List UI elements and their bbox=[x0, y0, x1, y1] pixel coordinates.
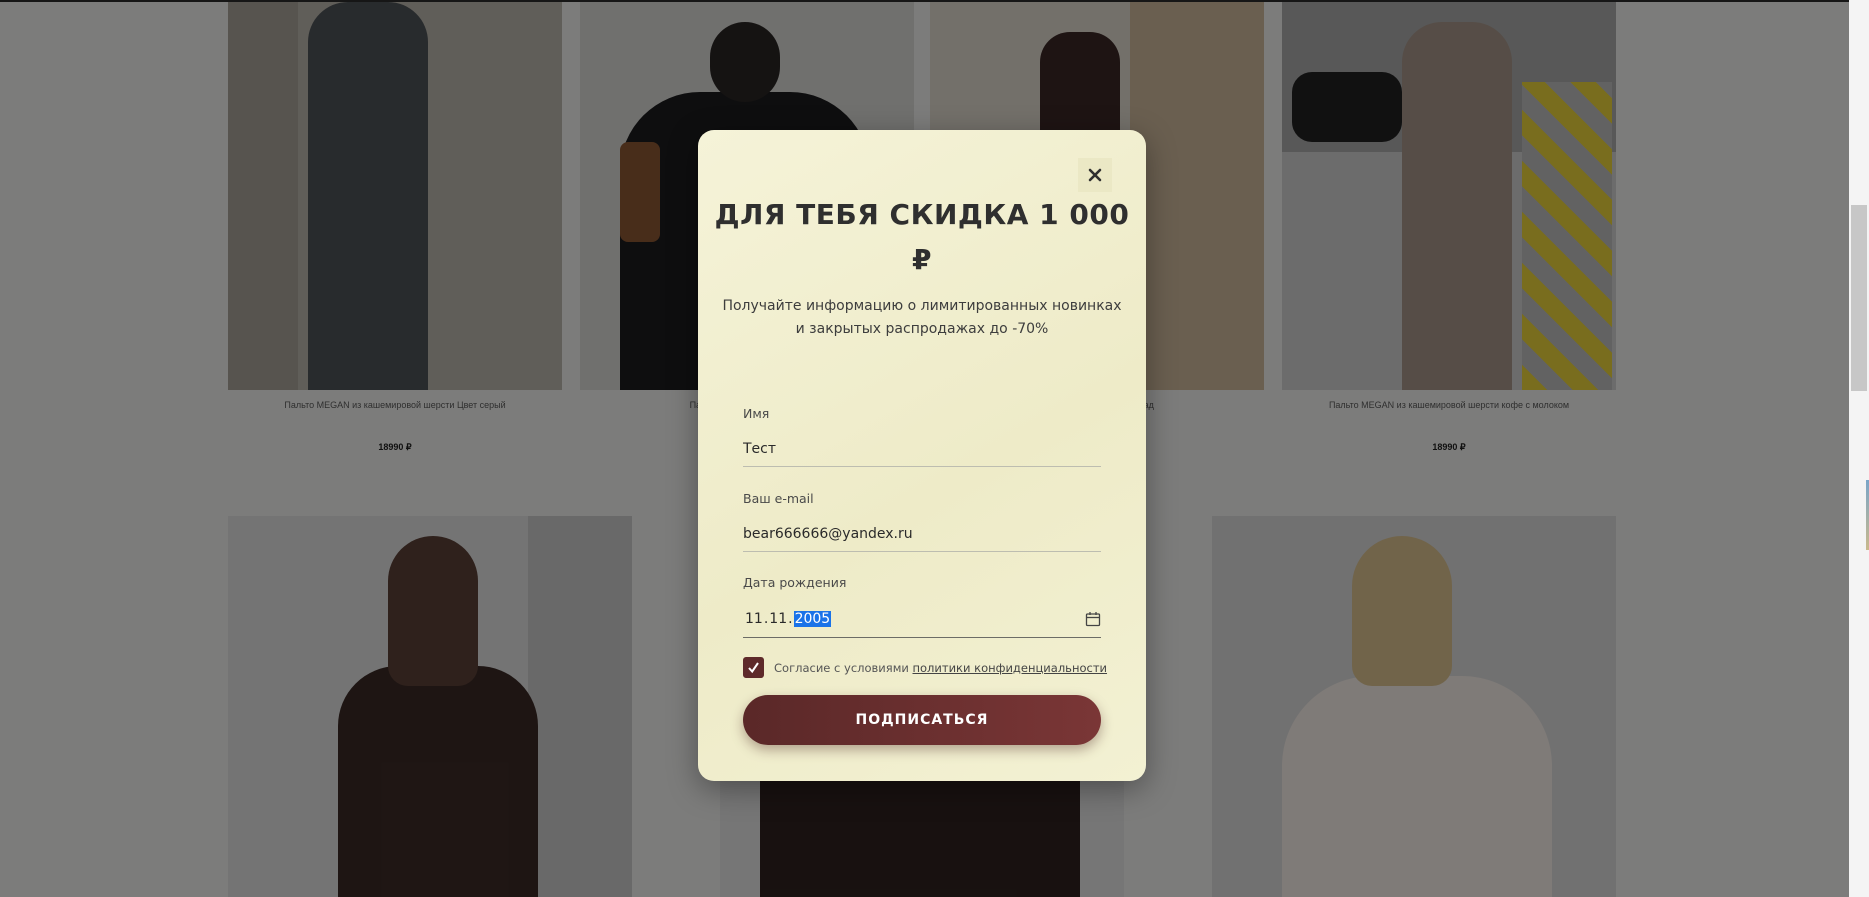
date-day[interactable]: 11 bbox=[745, 611, 763, 627]
email-label: Ваш e-mail bbox=[743, 491, 814, 506]
name-input[interactable] bbox=[743, 432, 1101, 467]
close-button[interactable] bbox=[1078, 158, 1112, 192]
privacy-policy-link[interactable]: политики конфиденциальности bbox=[913, 661, 1108, 675]
modal-title: ДЛЯ ТЕБЯ СКИДКА 1 000 ₽ bbox=[714, 198, 1130, 276]
scrollbar-thumb[interactable] bbox=[1851, 205, 1867, 391]
name-label: Имя bbox=[743, 406, 770, 421]
consent-row: Согласие с условиями политики конфиденци… bbox=[743, 657, 1113, 678]
consent-label: Согласие с условиями bbox=[774, 660, 913, 675]
date-year[interactable]: 2005 bbox=[793, 611, 832, 627]
checkmark-icon bbox=[748, 662, 759, 674]
date-segments: 11. 11. 2005 bbox=[745, 611, 832, 627]
date-month[interactable]: 11 bbox=[769, 611, 787, 627]
subscribe-button[interactable]: ПОДПИСАТЬСЯ bbox=[743, 695, 1101, 745]
modal-subtitle: Получайте информацию о лимитированных но… bbox=[722, 298, 1122, 337]
birthdate-label: Дата рождения bbox=[743, 575, 847, 590]
name-field: Имя bbox=[743, 406, 1101, 467]
email-field: Ваш e-mail bbox=[743, 491, 1101, 552]
close-icon bbox=[1088, 168, 1102, 182]
calendar-icon[interactable] bbox=[1085, 611, 1101, 627]
consent-text: Согласие с условиями политики конфиденци… bbox=[774, 661, 1107, 675]
email-input[interactable] bbox=[743, 517, 1101, 552]
birthdate-input[interactable]: 11. 11. 2005 bbox=[743, 601, 1101, 638]
scrollbar-track[interactable] bbox=[1849, 0, 1869, 897]
consent-checkbox[interactable] bbox=[743, 657, 764, 678]
subscribe-modal: ДЛЯ ТЕБЯ СКИДКА 1 000 ₽ Получайте информ… bbox=[698, 130, 1146, 781]
birthdate-field: Дата рождения 11. 11. 2005 bbox=[743, 575, 1101, 638]
